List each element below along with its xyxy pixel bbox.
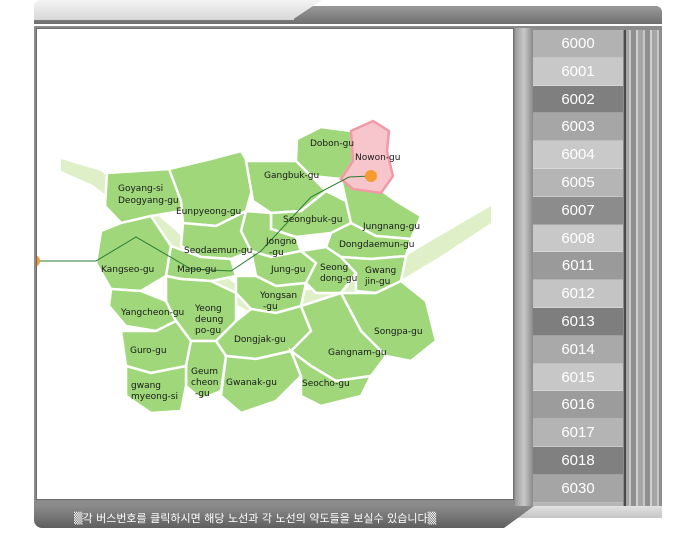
label-gwangjin-1: Gwang xyxy=(365,266,396,276)
route-list: 6000 6001 6002 6003 6004 6005 6007 6008 6011 6012… xyxy=(533,30,623,506)
route-6001-button[interactable]: 6001 xyxy=(533,57,623,86)
scroll-decoration xyxy=(624,30,662,506)
label-gwanak: Gwanak-gu xyxy=(226,378,277,388)
end-marker[interactable] xyxy=(365,170,377,182)
route-6016-button[interactable]: 6016 xyxy=(533,391,623,420)
label-goyang-2: Deogyang-gu xyxy=(118,196,179,206)
route-6015-button[interactable]: 6015 xyxy=(533,363,623,392)
label-seocho: Seocho-gu xyxy=(302,379,350,389)
label-eunpyeong: Eunpyeong-gu xyxy=(176,207,241,217)
label-jungnang: Jungnang-gu xyxy=(362,222,420,232)
top-bar-tab xyxy=(34,0,294,20)
label-geumcheon-1: Geum xyxy=(191,367,218,377)
label-seongbuk: Seongbuk-gu xyxy=(283,215,342,225)
label-kangseo: Kangseo-gu xyxy=(101,265,154,275)
label-yongsan-1: Yongsan xyxy=(259,291,297,301)
label-geumcheon-2: cheon xyxy=(191,378,218,388)
label-jung: Jung-gu xyxy=(270,265,305,275)
scroll-edge xyxy=(624,30,626,506)
label-gangnam: Gangnam-gu xyxy=(328,348,387,358)
route-6004-button[interactable]: 6004 xyxy=(533,141,623,169)
label-seongdong-1: Seong xyxy=(320,263,348,273)
label-jongno-2: -gu xyxy=(269,248,284,258)
label-yeongdeungpo-1: Yeong xyxy=(194,304,222,314)
seoul-map: Dobon-gu Nowon-gu Gangbuk-gu Goyang-si D… xyxy=(37,119,491,415)
label-dongdaemun: Dongdaemun-gu xyxy=(339,240,414,250)
route-6003-button[interactable]: 6003 xyxy=(533,113,623,142)
label-gwangjin-2: jin-gu xyxy=(364,277,390,287)
label-yeongdeungpo-3: po-gu xyxy=(195,326,221,336)
district-kangseo[interactable] xyxy=(94,214,173,293)
route-6000-button[interactable]: 6000 xyxy=(533,30,623,58)
route-6017-button[interactable]: 6017 xyxy=(533,419,623,447)
label-gwangmyeong-1: gwang xyxy=(131,381,161,391)
label-yangcheon: Yangcheon-gu xyxy=(120,308,184,318)
label-guro: Guro-gu xyxy=(130,346,167,356)
route-6011-button[interactable]: 6011 xyxy=(533,252,623,281)
label-mapo: Mapo-gu xyxy=(177,265,216,275)
bottom-bar: ▒각 버스번호를 클릭하시면 해당 노선과 각 노선의 약도들을 보실수 있습니… xyxy=(34,506,662,528)
route-6012-button[interactable]: 6012 xyxy=(533,280,623,308)
top-bar xyxy=(34,0,662,26)
label-seodaemun: Seodaemun-gu xyxy=(184,246,252,256)
footer-hint: ▒각 버스번호를 클릭하시면 해당 노선과 각 노선의 약도들을 보실수 있습니… xyxy=(74,512,437,525)
label-seongdong-2: dong-gu xyxy=(320,274,357,284)
label-geumcheon-3: -gu xyxy=(195,389,210,399)
route-6018-button[interactable]: 6018 xyxy=(533,446,623,475)
map-panel: Dobon-gu Nowon-gu Gangbuk-gu Goyang-si D… xyxy=(36,28,514,500)
label-dongjak: Dongjak-gu xyxy=(234,335,286,345)
label-songpa: Songpa-gu xyxy=(374,327,423,337)
route-6008-button[interactable]: 6008 xyxy=(533,224,623,253)
route-6014-button[interactable]: 6014 xyxy=(533,335,623,364)
label-nowon: Nowon-gu xyxy=(355,153,400,163)
route-6007-button[interactable]: 6007 xyxy=(533,196,623,225)
label-jongno-1: Jongno xyxy=(265,237,297,247)
route-6002-button[interactable]: 6002 xyxy=(533,85,623,114)
route-6030-button[interactable]: 6030 xyxy=(533,474,623,503)
label-dobon: Dobon-gu xyxy=(310,139,354,149)
label-gwangmyeong-2: myeong-si xyxy=(131,392,178,402)
route-6005-button[interactable]: 6005 xyxy=(533,168,623,197)
divider-strip xyxy=(515,28,533,506)
label-yeongdeungpo-2: deung xyxy=(195,315,223,325)
route-6013-button[interactable]: 6013 xyxy=(533,307,623,336)
label-yongsan-2: -gu xyxy=(263,302,278,312)
label-gangbuk: Gangbuk-gu xyxy=(264,171,319,181)
label-goyang-1: Goyang-si xyxy=(118,184,163,194)
start-marker[interactable] xyxy=(37,255,40,267)
